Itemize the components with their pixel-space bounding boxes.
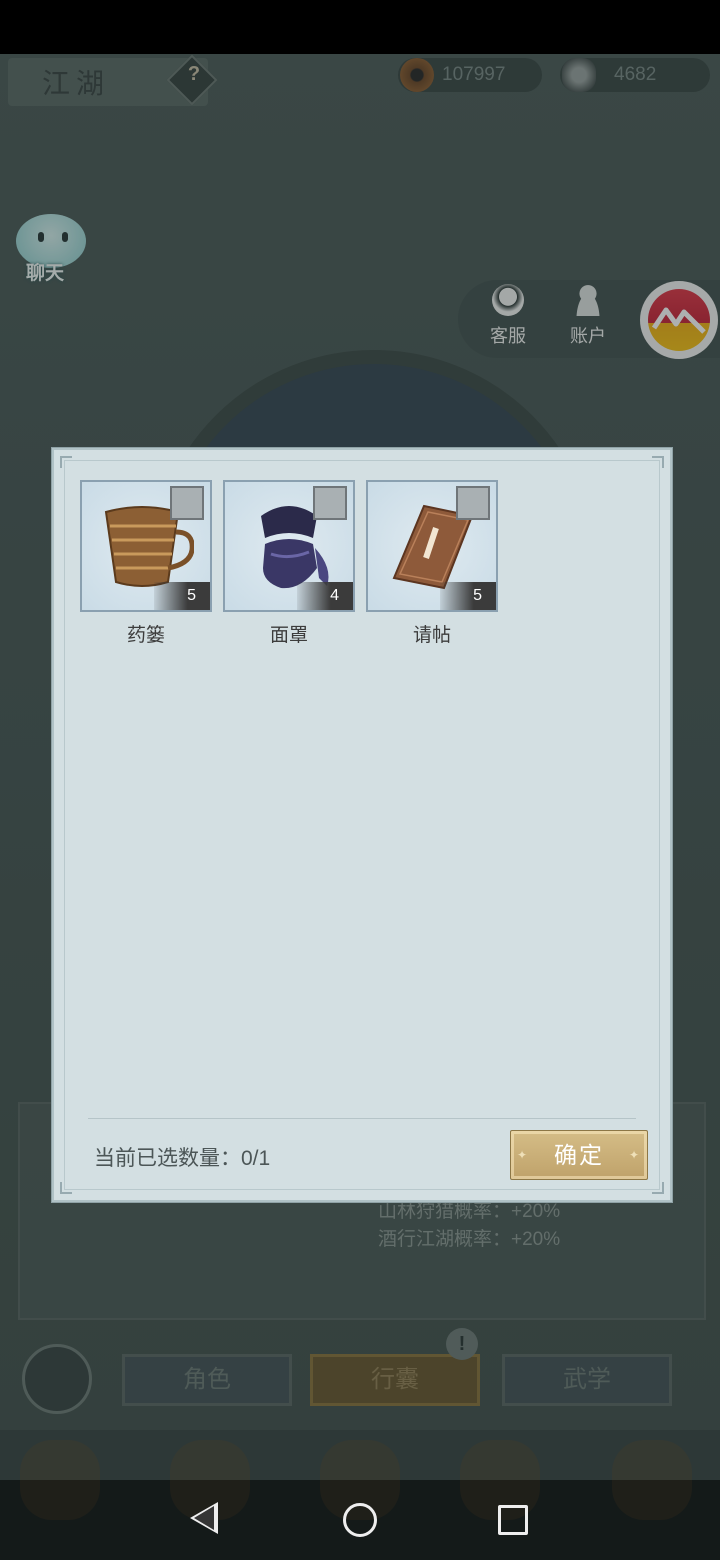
selected-count-text: 当前已选数量：0/1	[94, 1147, 271, 1170]
inventory-item-face-mask[interactable]: 4 面罩	[223, 480, 355, 647]
corner-ornament	[60, 1182, 72, 1194]
system-back-icon[interactable]	[190, 1502, 218, 1534]
confirm-button[interactable]: 确定	[510, 1130, 648, 1180]
item-slot[interactable]: 4	[223, 480, 355, 612]
item-count: 4	[297, 582, 353, 610]
system-recent-apps-icon[interactable]	[498, 1505, 528, 1535]
item-count: 5	[440, 582, 496, 610]
corner-ornament	[60, 456, 72, 468]
item-checkbox[interactable]	[170, 486, 204, 520]
item-checkbox[interactable]	[313, 486, 347, 520]
item-name: 面罩	[269, 625, 308, 646]
corner-ornament	[652, 1182, 664, 1194]
corner-ornament	[652, 456, 664, 468]
item-name: 药篓	[126, 625, 165, 646]
item-slot[interactable]: 5	[366, 480, 498, 612]
item-count: 5	[154, 582, 210, 610]
item-slot[interactable]: 5	[80, 480, 212, 612]
inventory-item-invitation[interactable]: 5 请帖	[366, 480, 498, 647]
modal-divider	[88, 1118, 636, 1119]
item-checkbox[interactable]	[456, 486, 490, 520]
inventory-item-medicine-basket[interactable]: 5 药篓	[80, 480, 212, 647]
status-bar	[0, 0, 720, 54]
item-select-modal: 5 药篓 4 面罩 5 请帖 当前已选数量：0/1 ✦ 确定 ✦	[52, 448, 672, 1202]
item-name: 请帖	[412, 625, 451, 646]
system-home-icon[interactable]	[343, 1503, 377, 1537]
